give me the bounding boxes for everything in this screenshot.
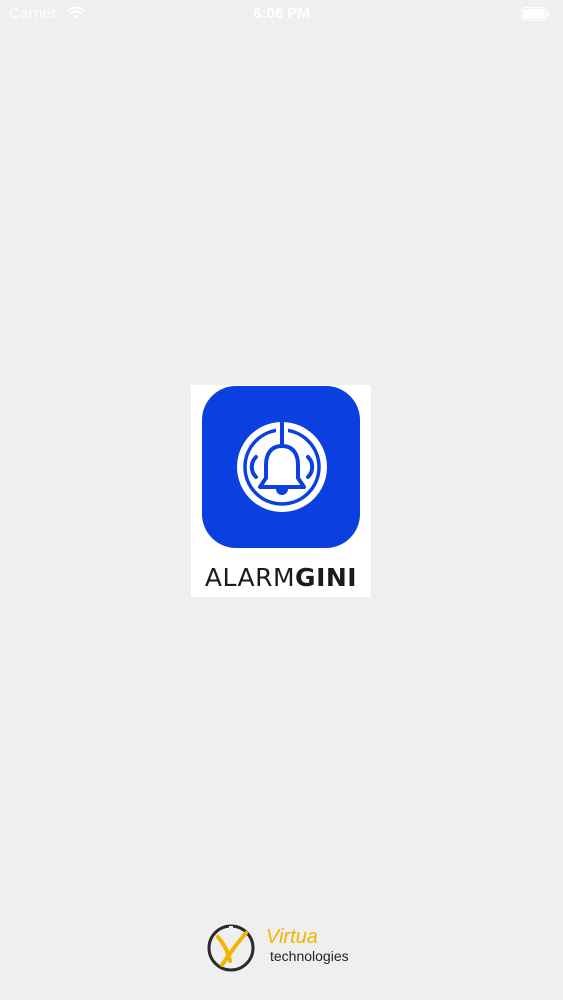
app-icon bbox=[202, 386, 360, 548]
company-name: Virtua bbox=[266, 926, 318, 948]
status-time: 6:06 PM bbox=[253, 5, 310, 22]
battery-icon bbox=[521, 7, 550, 21]
virtua-logo-icon bbox=[207, 924, 255, 972]
bell-icon bbox=[237, 421, 327, 512]
splash-logo: ALARMGINI bbox=[191, 385, 371, 597]
app-name-bold: GINI bbox=[295, 563, 358, 592]
company-tagline: technologies bbox=[270, 948, 349, 964]
app-name: ALARMGINI bbox=[191, 563, 371, 592]
app-name-light: ALARM bbox=[204, 563, 296, 592]
status-bar: Carrier 6:06 PM bbox=[0, 0, 563, 30]
company-logo: Virtua technologies bbox=[206, 921, 366, 977]
